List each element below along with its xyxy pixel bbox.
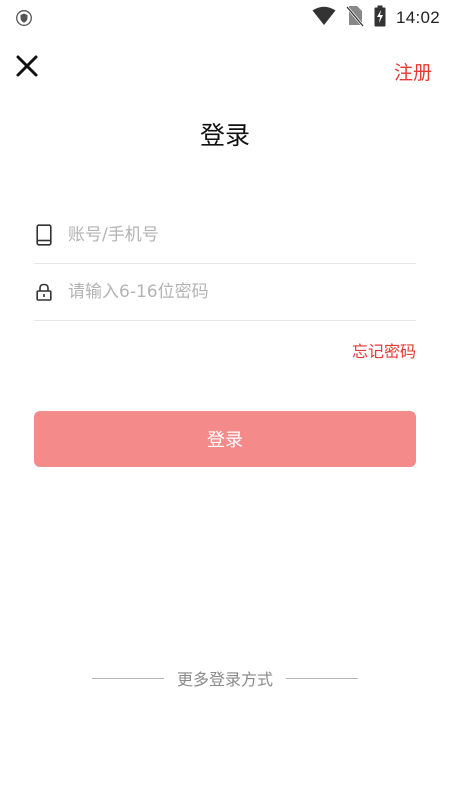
phone-icon: [34, 223, 54, 247]
battery-charging-icon: [374, 5, 386, 31]
close-icon: [14, 55, 40, 83]
password-input[interactable]: [68, 272, 416, 312]
page-title: 登录: [199, 121, 250, 150]
lock-icon: [34, 280, 54, 304]
status-icons: 14:02: [312, 5, 440, 31]
shield-icon: [16, 10, 32, 26]
forgot-password-link[interactable]: 忘记密码: [352, 338, 416, 362]
close-button[interactable]: [14, 53, 40, 79]
account-input[interactable]: [68, 215, 416, 255]
account-field[interactable]: [34, 207, 416, 264]
password-field[interactable]: [34, 264, 416, 321]
register-link[interactable]: 注册: [394, 58, 432, 85]
more-login-options: 更多登录方式: [0, 666, 450, 690]
no-sim-icon: [345, 5, 364, 31]
wifi-icon: [312, 6, 336, 30]
login-button[interactable]: 登录: [34, 411, 416, 467]
status-time: 14:02: [395, 8, 440, 27]
more-login-label[interactable]: 更多登录方式: [177, 666, 273, 690]
status-bar: 14:02: [0, 0, 450, 36]
divider-right: [286, 677, 358, 679]
divider-left: [91, 677, 164, 679]
